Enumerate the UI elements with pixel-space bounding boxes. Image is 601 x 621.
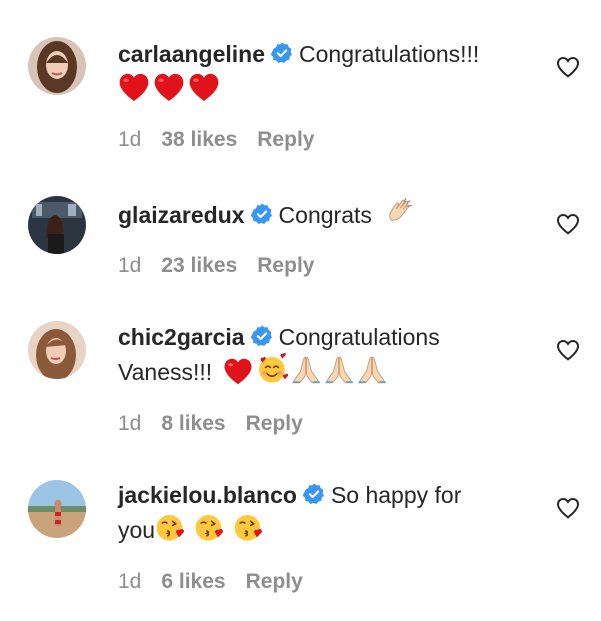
red-heart-icon <box>188 73 220 102</box>
comment-text: Congratulations!!! <box>299 41 480 67</box>
reply-button[interactable]: Reply <box>257 128 314 151</box>
comment-text: So happy for <box>330 482 462 508</box>
avatar[interactable] <box>28 37 86 95</box>
red-heart-icon <box>223 358 253 385</box>
clapping-hands-icon <box>384 196 416 228</box>
folded-hands-icon <box>324 355 354 385</box>
avatar[interactable] <box>28 196 86 254</box>
face-blowing-kiss-icon <box>194 511 226 543</box>
username[interactable]: chic2garcia <box>118 324 245 350</box>
folded-hands-icon <box>291 355 321 385</box>
comment-time: 1d <box>118 128 142 151</box>
comment-text: Congratulations <box>278 324 440 350</box>
username[interactable]: jackielou.blanco <box>118 482 297 508</box>
likes-count[interactable]: 6 likes <box>161 570 225 593</box>
reply-button[interactable]: Reply <box>257 254 314 277</box>
red-heart-icon <box>153 73 185 102</box>
comment-text-line2: Vaness!!! <box>118 359 213 385</box>
face-blowing-kiss-icon <box>155 511 187 543</box>
reply-button[interactable]: Reply <box>246 570 303 593</box>
verified-badge-icon <box>251 325 273 347</box>
comment-text: Congrats <box>278 202 372 228</box>
likes-count[interactable]: 8 likes <box>161 412 225 435</box>
comment-body: carlaangeline Congratulations!!! <box>118 39 538 105</box>
like-heart-icon[interactable] <box>556 56 580 78</box>
comment-time: 1d <box>118 254 142 277</box>
red-heart-icon <box>118 73 150 102</box>
verified-badge-icon <box>303 483 325 505</box>
likes-count[interactable]: 23 likes <box>161 254 237 277</box>
username[interactable]: carlaangeline <box>118 41 265 67</box>
smiling-face-with-hearts-icon <box>256 353 288 385</box>
comment-body: chic2garcia Congratulations Vaness!!! <box>118 322 538 388</box>
comment-body: glaizaredux Congrats <box>118 196 538 231</box>
comment-meta: 1d 38 likes Reply <box>118 128 314 152</box>
folded-hands-icon <box>357 355 387 385</box>
face-blowing-kiss-icon <box>233 511 265 543</box>
reply-button[interactable]: Reply <box>246 412 303 435</box>
like-heart-icon[interactable] <box>556 339 580 361</box>
comment-meta: 1d 8 likes Reply <box>118 412 303 436</box>
likes-count[interactable]: 38 likes <box>161 128 237 151</box>
comment-body: jackielou.blanco So happy for you <box>118 480 538 546</box>
comment-text-line2: you <box>118 517 156 543</box>
comment-meta: 1d 6 likes Reply <box>118 570 303 594</box>
comment-time: 1d <box>118 570 142 593</box>
avatar[interactable] <box>28 321 86 379</box>
like-heart-icon[interactable] <box>556 213 580 235</box>
comment-time: 1d <box>118 412 142 435</box>
avatar[interactable] <box>28 480 86 538</box>
comment-meta: 1d 23 likes Reply <box>118 254 314 278</box>
verified-badge-icon <box>251 203 273 225</box>
verified-badge-icon <box>271 42 293 64</box>
like-heart-icon[interactable] <box>556 497 580 519</box>
username[interactable]: glaizaredux <box>118 202 245 228</box>
